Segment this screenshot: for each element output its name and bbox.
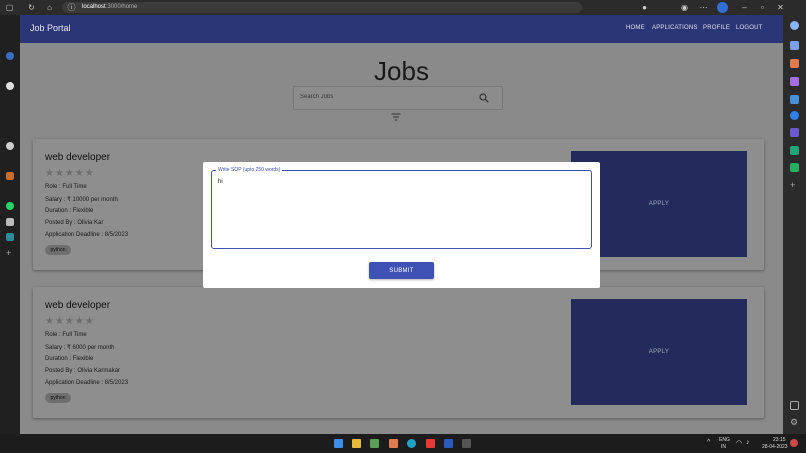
more-icon[interactable]: ⋯ [699, 3, 708, 12]
taskbar: ^ ENG IN ◠ ♪ 23:15 28-04-2023 [0, 434, 806, 453]
search-icon[interactable] [790, 21, 799, 30]
sidebar-tool-icon[interactable] [790, 59, 799, 68]
job-role: Role : Full Time [45, 332, 87, 338]
job-deadline: Application Deadline : 8/5/2023 [45, 380, 129, 386]
sidebar-app-icon[interactable] [6, 172, 14, 180]
job-duration: Duration : Flexible [45, 356, 94, 362]
taskbar-app-icon[interactable] [370, 439, 379, 448]
brand-title[interactable]: Job Portal [30, 23, 71, 33]
sidebar-tool-icon[interactable] [790, 77, 799, 86]
sidebar-tool-icon[interactable] [790, 41, 799, 50]
sidebar-app-icon[interactable] [6, 233, 14, 241]
gear-icon[interactable]: ⚙ [790, 418, 799, 427]
nav-home[interactable]: HOME [626, 25, 645, 31]
job-posted-by: Posted By : Olivia Karmakar [45, 368, 121, 374]
sidebar-tool-icon[interactable] [790, 163, 799, 172]
document-icon[interactable] [6, 218, 14, 226]
submit-button[interactable]: SUBMIT [369, 262, 434, 279]
minimize-icon[interactable]: – [740, 3, 749, 12]
browser-toolbar: ▢ ↻ ⌂ ⓘ localhost:3000/home ● ◉ ⋯ – ▫ ✕ [0, 0, 806, 15]
add-icon[interactable]: + [790, 181, 799, 190]
job-title: web developer [45, 300, 111, 311]
maximize-icon[interactable]: ▫ [758, 3, 767, 12]
sop-textarea[interactable]: Write SOP (upto 250 words) hi [211, 167, 592, 249]
job-salary: Salary : ₹ 6000 per month [45, 345, 115, 351]
browser-left-sidebar: + [0, 15, 20, 434]
edge-icon[interactable] [407, 439, 416, 448]
sidebar-tool-icon[interactable] [790, 128, 799, 137]
notification-icon[interactable] [790, 439, 798, 447]
apply-button[interactable]: APPLY [571, 299, 747, 405]
rating-stars[interactable]: ★★★★★ [45, 316, 95, 327]
github-icon[interactable] [6, 142, 14, 150]
clock-time[interactable]: 23:15 [773, 437, 786, 443]
filter-icon[interactable] [391, 113, 401, 121]
nav-profile[interactable]: PROFILE [703, 25, 730, 31]
tabs-icon[interactable]: ▢ [5, 3, 14, 12]
taskbar-app-icon[interactable] [389, 439, 398, 448]
sidebar-tool-icon[interactable] [790, 146, 799, 155]
info-icon[interactable]: ⓘ [67, 3, 76, 12]
word-icon[interactable] [444, 439, 453, 448]
clock-date: 28-04-2023 [762, 444, 788, 450]
sop-text[interactable]: hi [218, 179, 223, 185]
wifi-icon[interactable]: ◠ [736, 439, 742, 447]
skill-chip: python [45, 245, 71, 255]
search-icon[interactable] [479, 93, 489, 103]
whatsapp-icon[interactable] [6, 202, 14, 210]
sidebar-toggle-icon[interactable] [790, 401, 799, 410]
skill-chip: python [45, 393, 71, 403]
start-icon[interactable] [334, 439, 343, 448]
app-bar: Job Portal HOME APPLICATIONS PROFILE LOG… [20, 15, 783, 43]
terminal-icon[interactable] [462, 439, 471, 448]
job-role: Role : Full Time [45, 184, 87, 190]
job-deadline: Application Deadline : 8/5/2023 [45, 232, 129, 238]
address-text: localhost:3000/home [82, 4, 138, 10]
bing-icon[interactable] [717, 2, 728, 13]
github-icon[interactable] [6, 82, 14, 90]
extension-icon[interactable]: ● [640, 3, 649, 12]
sop-label: Write SOP (upto 250 words) [216, 167, 283, 173]
search-box[interactable] [293, 86, 503, 110]
language-region: IN [721, 444, 726, 450]
volume-icon[interactable]: ♪ [746, 439, 750, 446]
browser-right-sidebar: + ⚙ [783, 15, 806, 434]
nav-applications[interactable]: APPLICATIONS [652, 25, 698, 31]
language-indicator[interactable]: ENG [719, 437, 730, 443]
search-input[interactable] [300, 94, 470, 100]
avatar[interactable]: ◉ [680, 3, 689, 12]
job-posted-by: Posted By : Olivia Kar [45, 220, 104, 226]
job-title: web developer [45, 152, 111, 163]
sop-dialog: Write SOP (upto 250 words) hi SUBMIT [203, 162, 600, 288]
page-title: Jobs [374, 56, 429, 86]
job-card: web developer ★★★★★ Role : Full Time Sal… [33, 287, 764, 418]
refresh-icon[interactable]: ↻ [27, 3, 36, 12]
youtube-icon[interactable] [426, 439, 435, 448]
home-icon[interactable]: ⌂ [45, 3, 54, 12]
add-icon[interactable]: + [6, 249, 14, 258]
job-salary: Salary : ₹ 10000 per month [45, 197, 118, 203]
file-explorer-icon[interactable] [352, 439, 361, 448]
job-duration: Duration : Flexible [45, 208, 94, 214]
nav-logout[interactable]: LOGOUT [736, 25, 763, 31]
outlook-icon[interactable] [790, 111, 799, 120]
chevron-up-icon[interactable]: ^ [707, 439, 710, 446]
sidebar-app-icon[interactable] [6, 52, 14, 60]
close-icon[interactable]: ✕ [776, 3, 785, 12]
address-bar[interactable]: ⓘ localhost:3000/home [62, 2, 582, 13]
sidebar-tool-icon[interactable] [790, 95, 799, 104]
rating-stars[interactable]: ★★★★★ [45, 168, 95, 179]
